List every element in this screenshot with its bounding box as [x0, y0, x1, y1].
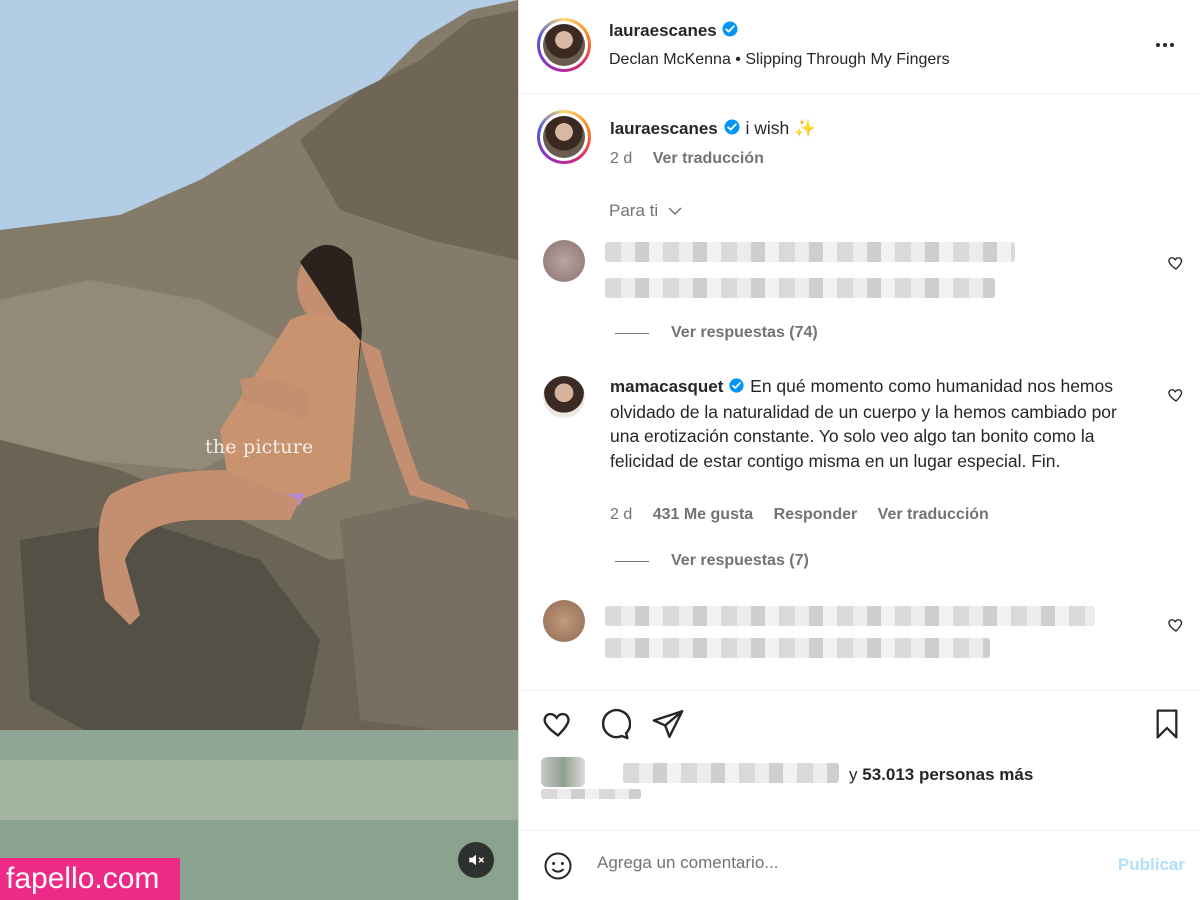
- comment-avatar[interactable]: [543, 600, 585, 642]
- blurred-text: [623, 763, 839, 783]
- emoji-smiley-icon[interactable]: [543, 851, 573, 881]
- likes-summary[interactable]: y 53.013 personas más: [535, 751, 1195, 801]
- comment-meta: 2 d 431 Me gusta Responder Ver traducció…: [610, 506, 989, 524]
- verified-badge-icon: [724, 119, 740, 135]
- publish-button[interactable]: Publicar: [1118, 855, 1185, 875]
- comment-username[interactable]: mamacasquet: [610, 377, 723, 396]
- share-paper-plane-icon[interactable]: [651, 707, 685, 741]
- comment-body: mamacasquet En qué momento como humanida…: [610, 374, 1150, 473]
- comment-item: [519, 598, 1200, 668]
- audio-track-link[interactable]: Declan McKenna • Slipping Through My Fin…: [609, 51, 950, 69]
- caption-username[interactable]: lauraescanes: [610, 119, 718, 138]
- more-dots-icon: [1156, 43, 1174, 47]
- speaker-muted-icon: [469, 854, 485, 866]
- blurred-text: [605, 278, 995, 298]
- comment-item: Ver respuestas (74): [519, 236, 1200, 346]
- post-header: lauraescanes Declan McKenna • Slipping T…: [519, 0, 1200, 94]
- blurred-text: [605, 638, 990, 658]
- mute-button[interactable]: [458, 842, 494, 878]
- caption-text-row: lauraescanes i wish ✨: [610, 118, 816, 139]
- blurred-text: [605, 606, 1095, 626]
- caption-meta: 2 d Ver traducción: [610, 150, 764, 168]
- comment-sort-label: Para ti: [609, 201, 659, 220]
- view-replies-button[interactable]: Ver respuestas (74): [615, 324, 818, 342]
- view-replies-button[interactable]: Ver respuestas (7): [615, 552, 809, 570]
- post-media[interactable]: the picture fapello.com: [0, 0, 518, 900]
- like-heart-icon[interactable]: [541, 707, 575, 741]
- blurred-text: [541, 789, 641, 799]
- more-options-button[interactable]: [1153, 33, 1177, 62]
- likes-count[interactable]: y 53.013 personas más: [849, 765, 1033, 785]
- liker-avatars[interactable]: [541, 757, 585, 787]
- like-comment-heart-icon[interactable]: [1167, 386, 1185, 404]
- blurred-text: [605, 242, 1015, 262]
- comment-bubble-icon[interactable]: [597, 707, 631, 741]
- comment-input[interactable]: [597, 853, 1077, 873]
- post-actions: y 53.013 personas más: [519, 690, 1200, 830]
- view-replies-label: Ver respuestas (7): [671, 552, 809, 569]
- author-username[interactable]: lauraescanes: [609, 21, 717, 40]
- comment-avatar[interactable]: [543, 240, 585, 282]
- post-side-panel: lauraescanes Declan McKenna • Slipping T…: [518, 0, 1200, 900]
- view-replies-label: Ver respuestas (74): [671, 324, 818, 341]
- save-bookmark-icon[interactable]: [1151, 707, 1183, 741]
- like-comment-heart-icon[interactable]: [1167, 254, 1185, 272]
- comment-time[interactable]: 2 d: [610, 506, 632, 523]
- caption-text: i wish ✨: [745, 118, 816, 138]
- like-comment-heart-icon[interactable]: [1167, 616, 1185, 634]
- comment-avatar[interactable]: [543, 376, 585, 418]
- author-name-row: lauraescanes: [609, 20, 739, 41]
- add-comment-bar: Publicar: [519, 830, 1200, 900]
- author-avatar[interactable]: [537, 18, 591, 72]
- comment-item: mamacasquet En qué momento como humanida…: [519, 374, 1200, 574]
- reply-button[interactable]: Responder: [774, 506, 858, 523]
- comment-translate-link[interactable]: Ver traducción: [878, 506, 989, 523]
- comment-likes[interactable]: 431 Me gusta: [653, 506, 753, 523]
- media-overlay-text: the picture: [205, 436, 314, 458]
- caption-avatar[interactable]: [537, 110, 591, 164]
- verified-badge-icon: [729, 378, 744, 393]
- watermark: fapello.com: [0, 858, 180, 900]
- comment-sort-dropdown[interactable]: Para ti: [609, 201, 683, 221]
- caption-translate-link[interactable]: Ver traducción: [653, 150, 764, 167]
- verified-badge-icon: [722, 21, 738, 37]
- chevron-down-icon: [668, 207, 682, 216]
- caption-time[interactable]: 2 d: [610, 150, 632, 167]
